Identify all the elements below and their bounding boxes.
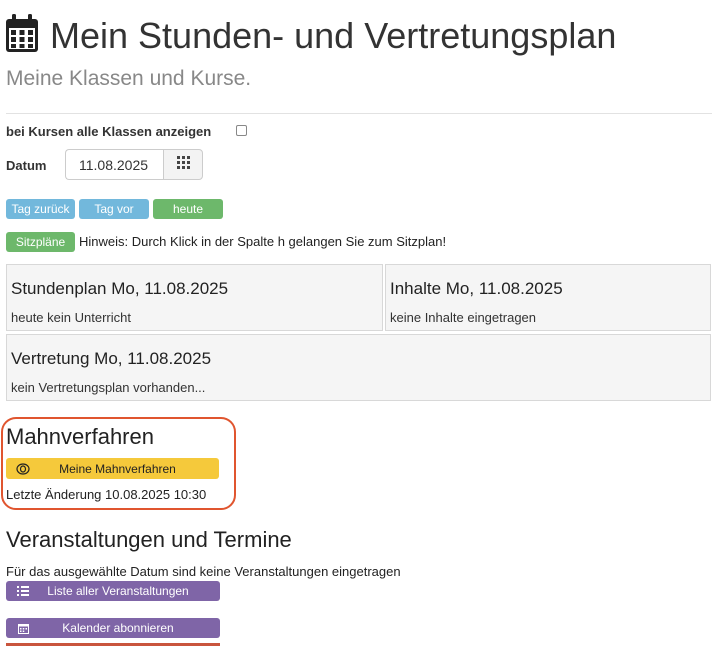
events-empty-text: Für das ausgewählte Datum sind keine Ver… (6, 564, 401, 579)
date-field[interactable] (65, 149, 163, 180)
date-label: Datum (6, 158, 47, 173)
seating-hint: Hinweis: Durch Klick in der Spalte h gel… (79, 234, 447, 249)
disc-icon (16, 462, 30, 476)
my-reminders-label: Meine Mahnverfahren (59, 461, 176, 476)
show-all-classes-label: bei Kursen alle Klassen anzeigen (6, 124, 212, 139)
timetable-title: Stundenplan Mo, 11.08.2025 (11, 279, 229, 298)
next-day-button[interactable]: Tag vor (79, 199, 149, 219)
substitution-title: Vertretung Mo, 11.08.2025 (11, 349, 212, 368)
timetable-panel: Stundenplan Mo, 11.08.2025 heute kein Un… (6, 264, 383, 331)
list-icon (16, 584, 30, 598)
contents-text: keine Inhalte eingetragen (390, 310, 537, 325)
divider (6, 113, 712, 114)
seating-plans-button[interactable]: Sitzpläne (6, 232, 75, 252)
page-title: Mein Stunden- und Vertretungsplan (50, 15, 617, 56)
substitution-panel: Vertretung Mo, 11.08.2025 kein Vertretun… (6, 334, 711, 401)
calendar-icon (6, 14, 38, 52)
date-picker-button[interactable] (163, 149, 203, 180)
calendar-small-icon (16, 621, 30, 635)
show-all-classes-checkbox[interactable] (236, 125, 247, 136)
today-button[interactable]: heute (153, 199, 223, 219)
prev-day-button[interactable]: Tag zurück (6, 199, 75, 219)
contents-panel: Inhalte Mo, 11.08.2025 keine Inhalte ein… (385, 264, 711, 331)
my-reminders-button[interactable]: Meine Mahnverfahren (6, 458, 219, 479)
substitution-text: kein Vertretungsplan vorhanden... (11, 380, 206, 395)
events-list-label: Liste aller Veranstaltungen (47, 584, 189, 598)
events-list-button[interactable]: Liste aller Veranstaltungen (6, 581, 220, 601)
calendar-subscribe-label: Kalender abonnieren (62, 621, 174, 635)
reminders-title: Mahnverfahren (6, 424, 154, 449)
last-change-text: Letzte Änderung 10.08.2025 10:30 (6, 487, 207, 502)
events-title: Veranstaltungen und Termine (6, 527, 292, 552)
calendar-subscribe-button[interactable]: Kalender abonnieren (6, 618, 220, 638)
timetable-text: heute kein Unterricht (11, 310, 131, 325)
grid-icon (176, 155, 190, 174)
contents-title: Inhalte Mo, 11.08.2025 (390, 279, 563, 298)
page-subtitle: Meine Klassen und Kurse. (6, 67, 252, 90)
